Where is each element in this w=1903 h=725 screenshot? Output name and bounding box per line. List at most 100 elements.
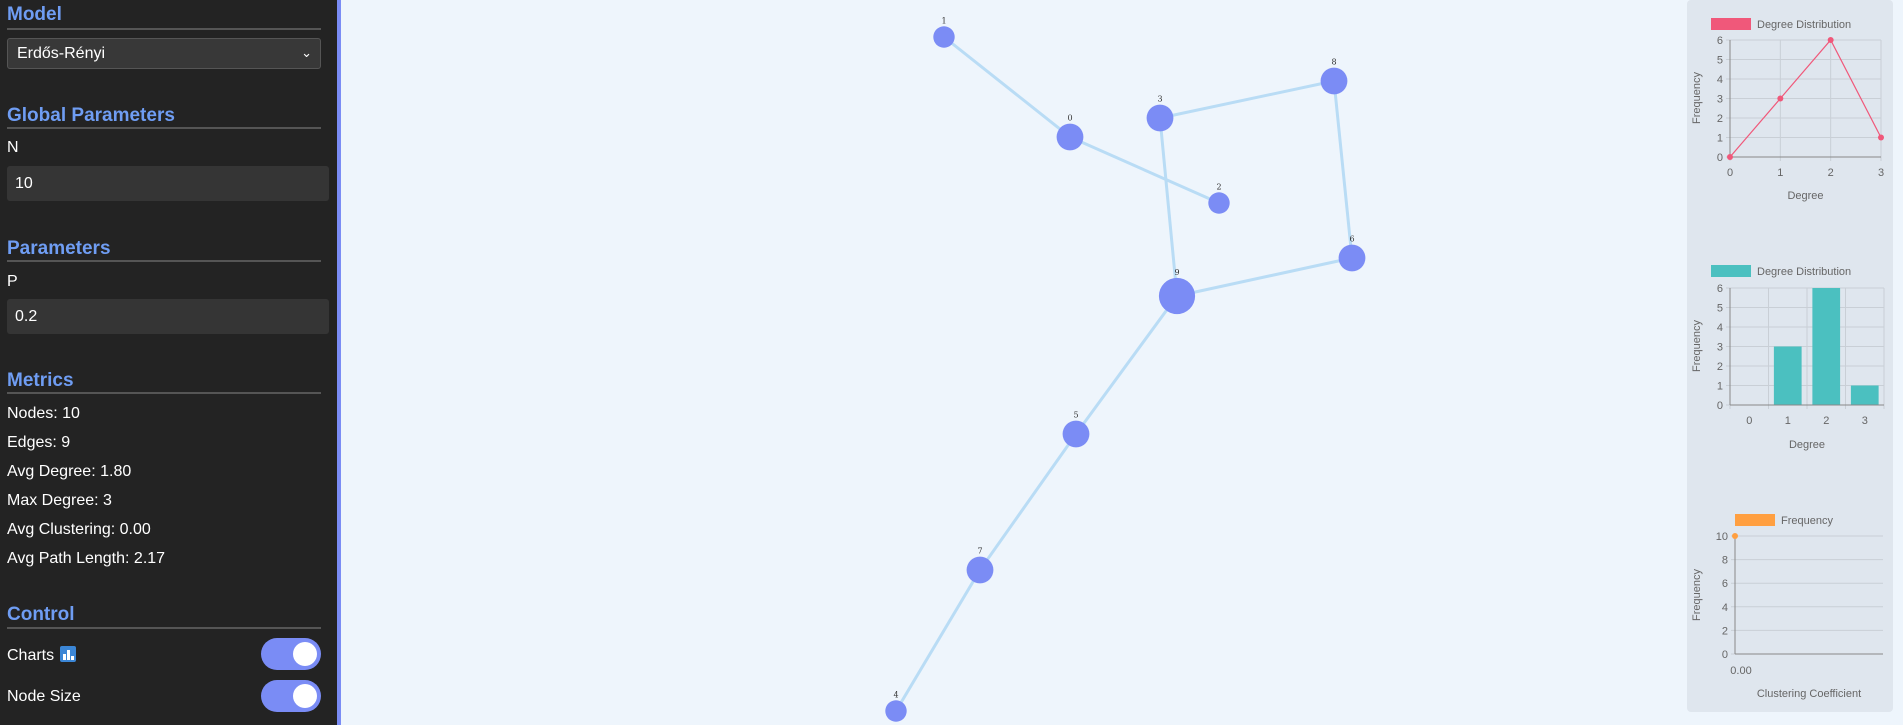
graph-node[interactable]: [885, 700, 907, 722]
y-tick-label: 4: [1717, 322, 1723, 334]
charts-label: Charts: [7, 647, 55, 664]
metric-avg-degree: Avg Degree: 1.80: [7, 463, 132, 480]
sidebar: Model Erdős-Rényi ⌄ Global Parameters N …: [0, 0, 337, 725]
graph-edge: [1176, 256, 1353, 298]
graph-node[interactable]: [1208, 192, 1230, 214]
legend-label: Frequency: [1781, 515, 1833, 527]
graph-edge: [943, 35, 1071, 139]
graph-node[interactable]: [1062, 420, 1090, 448]
graph-edge: [1074, 295, 1179, 435]
y-tick-label: 1: [1717, 381, 1723, 393]
y-tick-label: 3: [1717, 94, 1723, 106]
y-tick-label: 2: [1717, 113, 1723, 125]
params-title: Parameters: [7, 238, 111, 259]
y-tick-label: 0: [1717, 152, 1723, 164]
graph-node[interactable]: [1146, 104, 1174, 132]
model-select[interactable]: Erdős-Rényi ⌄: [7, 38, 321, 69]
node-label: 7: [977, 547, 982, 556]
x-axis-label: Degree: [1789, 439, 1825, 451]
y-tick-label: 5: [1717, 55, 1723, 67]
graph-node[interactable]: [1056, 123, 1084, 151]
toggle-knob: [293, 684, 317, 708]
y-axis-label: Frequency: [1691, 569, 1703, 621]
metric-avg-path: Avg Path Length: 2.17: [7, 550, 166, 567]
x-axis-label: Clustering Coefficient: [1757, 688, 1861, 700]
graph-edge: [894, 569, 982, 712]
node-size-label: Node Size: [7, 688, 81, 705]
node-size-toggle[interactable]: [261, 680, 321, 712]
y-tick-label: 4: [1722, 602, 1728, 614]
metric-avg-clustering: Avg Clustering: 0.00: [7, 521, 151, 538]
y-tick-label: 6: [1717, 283, 1723, 295]
toggle-knob: [293, 642, 317, 666]
bar: [1773, 346, 1802, 405]
node-label: 0: [1067, 114, 1072, 123]
x-tick-label: 0: [1746, 415, 1752, 427]
data-point: [1727, 154, 1733, 160]
control-title: Control: [7, 604, 75, 625]
bar-chart-icon: [60, 646, 77, 662]
network-graph[interactable]: 0 1 2 3 4 5 6 7 8 9: [341, 0, 1687, 725]
y-tick-label: 8: [1722, 555, 1728, 567]
y-tick-label: 6: [1722, 578, 1728, 590]
data-point: [1827, 37, 1834, 43]
y-tick-label: 0: [1717, 400, 1723, 412]
x-tick-label: 3: [1862, 415, 1868, 427]
legend-label: Degree Distribution: [1757, 266, 1851, 278]
graph-node[interactable]: [1320, 67, 1348, 95]
y-tick-label: 2: [1717, 361, 1723, 373]
metrics-title: Metrics: [7, 370, 74, 391]
legend-label: Degree Distribution: [1757, 19, 1851, 31]
node-label: 9: [1174, 268, 1179, 277]
x-tick-label: 3: [1878, 167, 1884, 179]
data-point: [1878, 134, 1884, 141]
graph-node[interactable]: [1338, 244, 1366, 272]
graph-node[interactable]: [933, 26, 955, 48]
data-point: [1777, 95, 1784, 102]
chevron-down-icon: ⌄: [301, 45, 312, 60]
charts-toggle[interactable]: [261, 638, 321, 670]
global-params-title: Global Parameters: [7, 105, 175, 126]
y-axis-label: Frequency: [1691, 320, 1703, 372]
y-tick-label: 0: [1722, 649, 1728, 661]
metric-edges: Edges: 9: [7, 434, 71, 451]
metric-max-degree: Max Degree: 3: [7, 492, 112, 509]
x-tick-label: 1: [1777, 167, 1783, 179]
divider: [7, 260, 321, 262]
legend-swatch: [1735, 514, 1775, 526]
node-label: 2: [1216, 182, 1221, 191]
divider: [7, 127, 321, 129]
y-tick-label: 3: [1717, 342, 1723, 354]
y-tick-label: 10: [1716, 531, 1728, 543]
charts-svg: Degree Distribution 0 1 2 3 4 5 6 0 1 2 3 Frequency D…: [1691, 18, 1885, 700]
node-label: 5: [1073, 411, 1078, 420]
model-section-title: Model: [7, 4, 62, 25]
legend-swatch: [1711, 18, 1751, 30]
x-tick-label: 0: [1727, 167, 1733, 179]
x-tick-label: 2: [1823, 415, 1829, 427]
bar: [1812, 288, 1841, 405]
graph-edge: [1332, 80, 1354, 259]
y-tick-label: 2: [1722, 625, 1728, 637]
divider: [7, 28, 321, 30]
x-tick-label: 1: [1785, 415, 1791, 427]
divider: [7, 392, 321, 394]
data-point: [1732, 533, 1738, 539]
graph-edge: [1159, 79, 1335, 120]
n-input[interactable]: 10: [7, 166, 329, 201]
y-axis-label: Frequency: [1691, 72, 1703, 124]
y-tick-label: 5: [1717, 303, 1723, 315]
p-input[interactable]: 0.2: [7, 299, 329, 334]
divider: [7, 627, 321, 629]
model-select-value: Erdős-Rényi: [17, 45, 106, 62]
node-label: 3: [1157, 95, 1162, 104]
node-label: 8: [1331, 58, 1336, 67]
node-label: 1: [941, 16, 946, 25]
bar: [1850, 385, 1879, 405]
legend-swatch: [1711, 265, 1751, 277]
x-tick-label: 0.00: [1730, 665, 1751, 677]
graph-node[interactable]: [1158, 277, 1196, 315]
graph-node[interactable]: [966, 556, 994, 584]
x-tick-label: 2: [1828, 167, 1834, 179]
y-tick-label: 1: [1717, 133, 1723, 145]
